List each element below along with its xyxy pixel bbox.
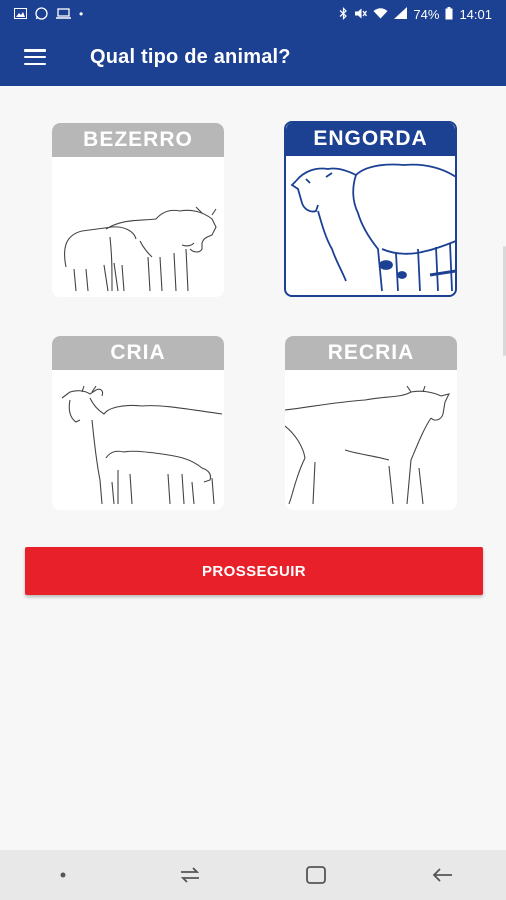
fattening-cattle-illustration-icon xyxy=(290,163,455,292)
calf-illustration-icon xyxy=(64,206,217,292)
back-button[interactable] xyxy=(403,850,483,900)
nav-dot-button[interactable] xyxy=(23,850,103,900)
option-card-recria[interactable]: RECRIA xyxy=(285,336,457,510)
dot-icon xyxy=(60,872,66,878)
option-card-bezerro[interactable]: BEZERRO xyxy=(52,123,224,297)
hamburger-menu-icon xyxy=(24,49,46,65)
home-button[interactable] xyxy=(276,850,356,900)
back-icon xyxy=(432,868,452,882)
status-left: • xyxy=(14,6,84,22)
cow-calf-illustration-icon xyxy=(61,385,223,505)
page-title: Qual tipo de animal? xyxy=(90,45,291,68)
laptop-icon xyxy=(56,7,71,21)
main-content: BEZERRO ENGORDA CRIA RECRIA PROSSEGUIR xyxy=(0,86,506,850)
option-label: BEZERRO xyxy=(52,123,224,157)
option-label: ENGORDA xyxy=(286,123,455,156)
battery-percent: 74% xyxy=(413,6,440,22)
home-icon xyxy=(306,866,327,884)
recent-apps-icon xyxy=(180,867,199,883)
menu-button[interactable] xyxy=(0,28,70,86)
image-icon xyxy=(14,7,27,21)
dot-icon: • xyxy=(79,7,84,21)
option-label: CRIA xyxy=(52,336,224,370)
status-bar: • 74% 14:01 xyxy=(0,0,506,28)
clock: 14:01 xyxy=(459,6,492,22)
mute-icon xyxy=(354,7,368,22)
battery-icon xyxy=(445,6,453,22)
wifi-icon xyxy=(373,7,388,21)
growing-cattle-illustration-icon xyxy=(285,385,451,505)
option-label: RECRIA xyxy=(285,336,457,370)
signal-icon xyxy=(394,7,408,21)
option-card-engorda[interactable]: ENGORDA xyxy=(284,121,457,297)
recent-apps-button[interactable] xyxy=(150,850,230,900)
bluetooth-icon xyxy=(339,6,348,22)
status-right: 74% 14:01 xyxy=(339,6,492,22)
app-bar: Qual tipo de animal? xyxy=(0,28,506,86)
option-card-cria[interactable]: CRIA xyxy=(52,336,224,510)
system-nav-bar xyxy=(0,850,506,900)
prosseguir-button[interactable]: PROSSEGUIR xyxy=(25,547,483,595)
whatsapp-icon xyxy=(35,6,48,22)
